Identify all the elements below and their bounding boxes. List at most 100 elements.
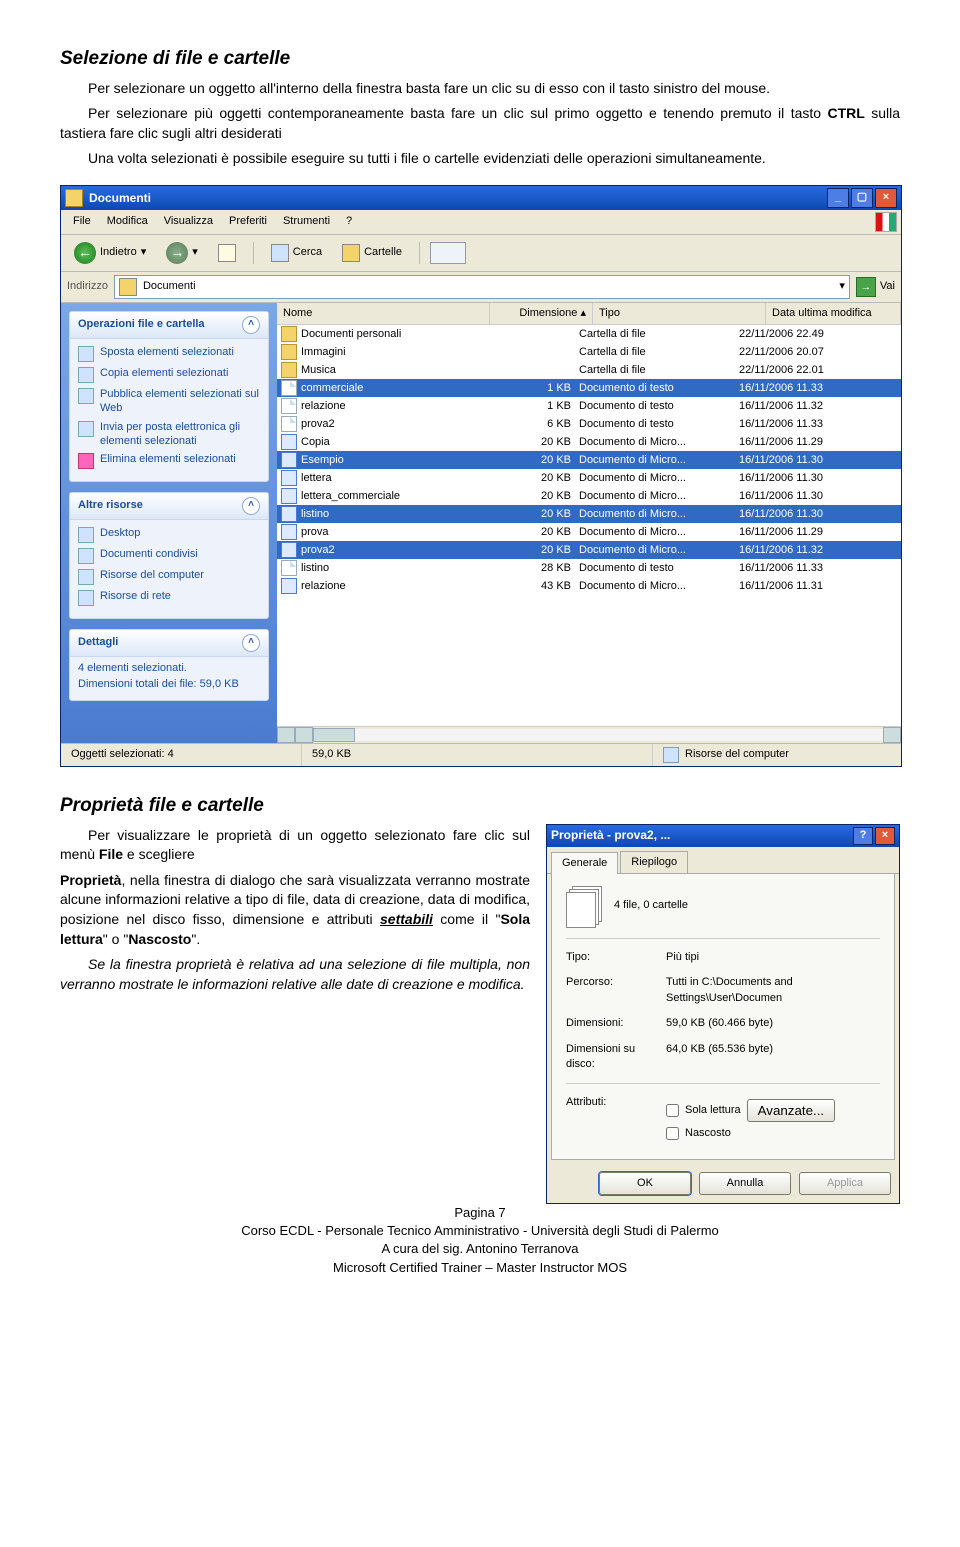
desktop-icon [78,527,94,543]
table-row[interactable]: ImmaginiCartella di file22/11/2006 20.07 [277,343,901,361]
table-row[interactable]: lettera_commerciale20 KBDocumento di Mic… [277,487,901,505]
place-shared[interactable]: Documenti condivisi [78,545,260,566]
close-button[interactable]: × [875,188,897,208]
file-icon [281,362,297,378]
table-row[interactable]: prova220 KBDocumento di Micro...16/11/20… [277,541,901,559]
minimize-button[interactable]: _ [827,188,849,208]
hidden-checkbox[interactable] [666,1127,679,1140]
table-row[interactable]: prova26 KBDocumento di testo16/11/2006 1… [277,415,901,433]
op-publish[interactable]: Pubblica elementi selezionati sul Web [78,385,260,418]
table-row[interactable]: lettera20 KBDocumento di Micro...16/11/2… [277,469,901,487]
copy-icon [78,367,94,383]
col-date[interactable]: Data ultima modifica [766,303,901,324]
table-row[interactable]: Documenti personaliCartella di file22/11… [277,325,901,343]
file-icon [281,344,297,360]
collapse-button[interactable]: ˄ [242,316,260,334]
panel-details: Dettagli˄ 4 elementi selezionati. Dimens… [69,629,269,701]
menubar: File Modifica Visualizza Preferiti Strum… [61,210,901,235]
folders-button[interactable]: Cartelle [335,241,409,265]
search-button[interactable]: Cerca [264,241,329,265]
view-mode-button[interactable] [430,242,466,264]
scroll-aux-button[interactable] [295,727,313,743]
go-button[interactable]: → [856,277,876,297]
table-row[interactable]: prova20 KBDocumento di Micro...16/11/200… [277,523,901,541]
menu-view[interactable]: Visualizza [156,212,221,231]
help-button[interactable]: ? [853,827,873,845]
apply-button[interactable]: Applica [799,1172,891,1195]
menu-help[interactable]: ? [338,212,360,231]
file-icon [281,506,297,522]
properties-dialog: Proprietà - prova2, ... ? × Generale Rie… [546,824,900,1205]
scroll-thumb[interactable] [313,728,355,742]
menu-tools[interactable]: Strumenti [275,212,338,231]
place-network[interactable]: Risorse di rete [78,587,260,608]
window-title: Documenti [89,190,827,207]
file-icon [281,578,297,594]
props-titlebar[interactable]: Proprietà - prova2, ... ? × [547,825,899,847]
op-delete[interactable]: Elimina elementi selezionati [78,450,260,471]
place-computer[interactable]: Risorse del computer [78,566,260,587]
file-icon [281,434,297,450]
col-type[interactable]: Tipo [593,303,766,324]
table-row[interactable]: relazione1 KBDocumento di testo16/11/200… [277,397,901,415]
collapse-button[interactable]: ˄ [242,634,260,652]
col-name[interactable]: Nome [277,303,490,324]
up-button[interactable] [211,241,243,265]
table-row[interactable]: MusicaCartella di file22/11/2006 22.01 [277,361,901,379]
tabs: Generale Riepilogo [547,847,899,874]
table-row[interactable]: Esempio20 KBDocumento di Micro...16/11/2… [277,451,901,469]
op-email[interactable]: Invia per posta elettronica gli elementi… [78,418,260,451]
op-move[interactable]: Sposta elementi selezionati [78,343,260,364]
table-row[interactable]: commerciale1 KBDocumento di testo16/11/2… [277,379,901,397]
collapse-button[interactable]: ˄ [242,497,260,515]
readonly-checkbox[interactable] [666,1104,679,1117]
lbl-size: Dimensioni: [566,1016,666,1031]
props-close-button[interactable]: × [875,827,895,845]
address-input[interactable]: Documenti ▾ [114,275,850,299]
go-label: Vai [880,279,895,294]
forward-button[interactable]: → ▾ [159,239,205,267]
panel-file-ops: Operazioni file e cartella˄ Sposta eleme… [69,311,269,482]
dialog-buttons: OK Annulla Applica [547,1164,899,1203]
lbl-disksize: Dimensioni su disco: [566,1042,666,1073]
file-icon [281,398,297,414]
cancel-button[interactable]: Annulla [699,1172,791,1195]
column-headers: Nome Dimensione ▴ Tipo Data ultima modif… [277,303,901,325]
tab-general[interactable]: Generale [551,852,618,874]
advanced-button[interactable]: Avanzate... [747,1099,835,1122]
h-scrollbar[interactable] [277,726,901,743]
scroll-right-button[interactable] [883,727,901,743]
table-row[interactable]: listino28 KBDocumento di testo16/11/2006… [277,559,901,577]
table-row[interactable]: listino20 KBDocumento di Micro...16/11/2… [277,505,901,523]
titlebar[interactable]: Documenti _ ▢ × [61,186,901,210]
file-icon [281,560,297,576]
folder-icon [119,278,137,296]
menu-favorites[interactable]: Preferiti [221,212,275,231]
table-row[interactable]: Copia20 KBDocumento di Micro...16/11/200… [277,433,901,451]
file-icon [281,326,297,342]
lbl-type: Tipo: [566,950,666,965]
para-2: Per selezionare più oggetti contemporane… [60,104,900,143]
para-1: Per selezionare un oggetto all'interno d… [60,79,900,99]
file-icon [281,488,297,504]
status-location: Risorse del computer [653,744,901,766]
heading-selection: Selezione di file e cartelle [60,46,900,73]
file-list: Nome Dimensione ▴ Tipo Data ultima modif… [277,303,901,743]
file-icon [281,470,297,486]
ok-button[interactable]: OK [599,1172,691,1195]
tab-body: 4 file, 0 cartelle Tipo:Più tipi Percors… [551,874,895,1160]
back-button[interactable]: ←Indietro ▾ [67,239,153,267]
place-desktop[interactable]: Desktop [78,524,260,545]
table-row[interactable]: relazione43 KBDocumento di Micro...16/11… [277,577,901,595]
op-copy[interactable]: Copia elementi selezionati [78,364,260,385]
maximize-button[interactable]: ▢ [851,188,873,208]
file-icon [281,542,297,558]
menu-edit[interactable]: Modifica [99,212,156,231]
tab-summary[interactable]: Riepilogo [620,851,688,873]
menu-file[interactable]: File [65,212,99,231]
lbl-attributes: Attributi: [566,1095,666,1145]
scroll-left-button[interactable] [277,727,295,743]
col-size[interactable]: Dimensione ▴ [490,303,593,324]
val-disksize: 64,0 KB (65.536 byte) [666,1042,880,1073]
explorer-window: Documenti _ ▢ × File Modifica Visualizza… [60,185,902,767]
